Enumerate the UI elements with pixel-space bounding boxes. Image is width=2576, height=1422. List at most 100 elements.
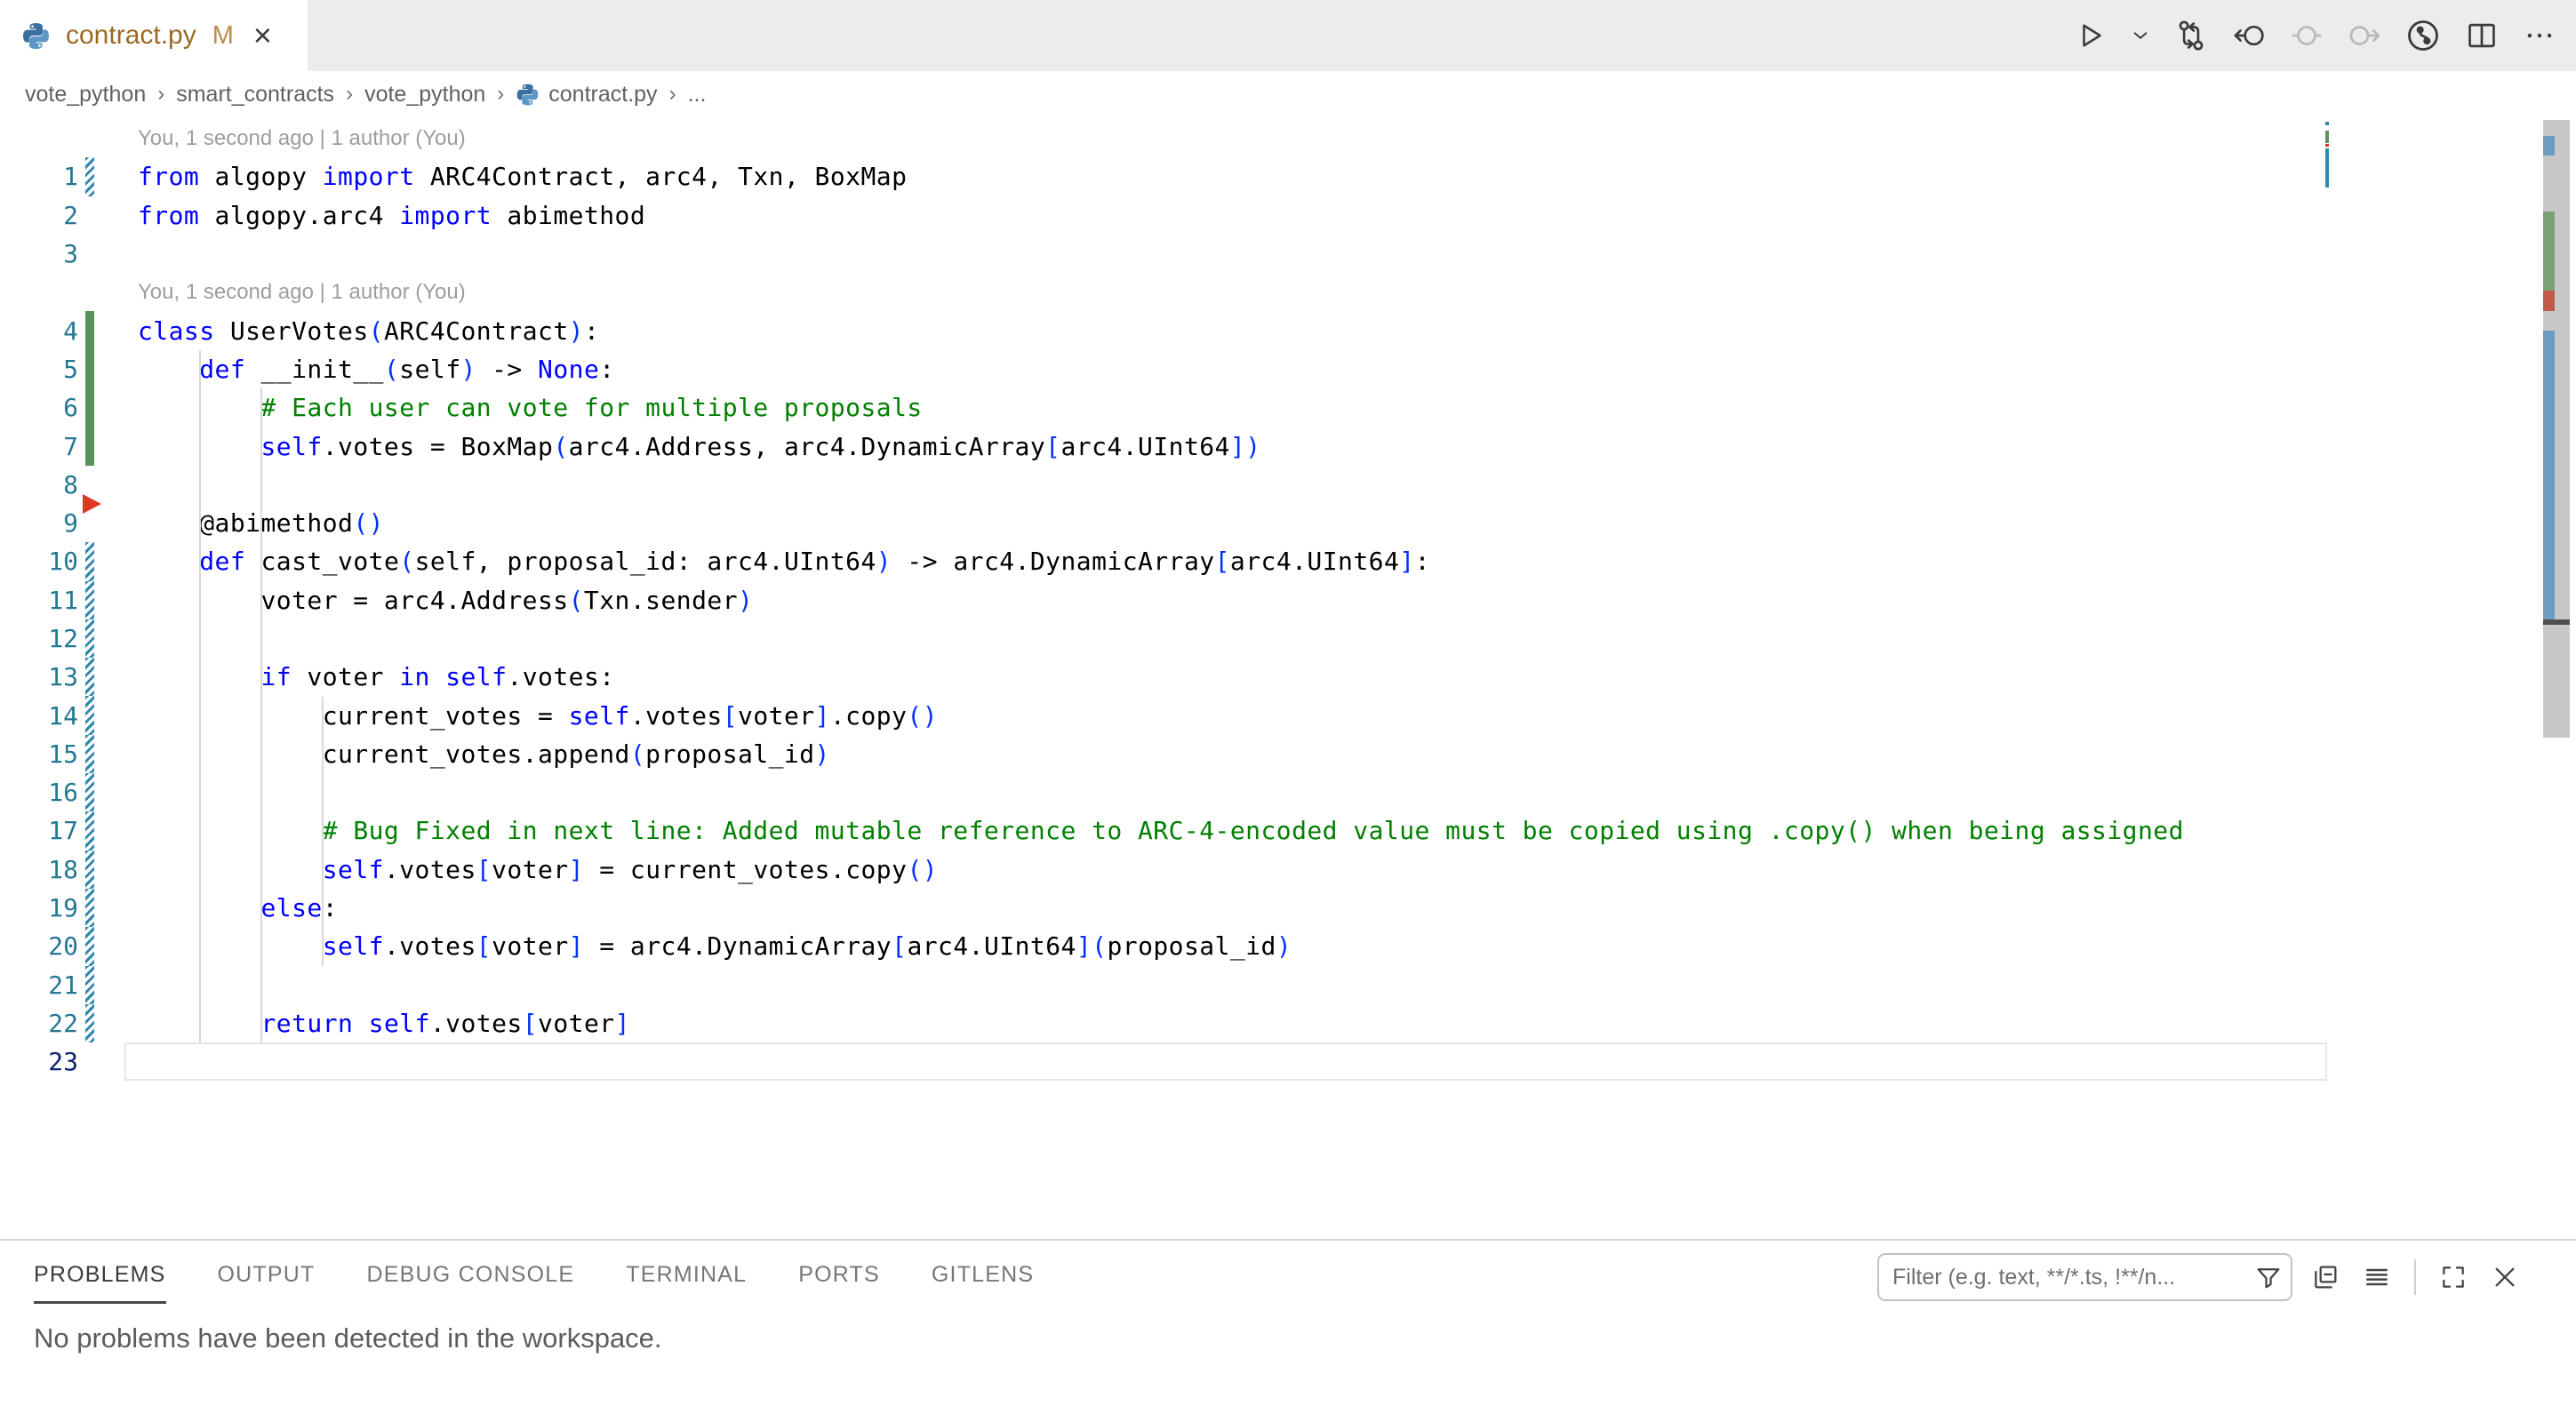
breadcrumb-item[interactable]: smart_contracts — [176, 82, 334, 108]
filter-input[interactable] — [1879, 1265, 2255, 1290]
line-number[interactable]: 1 — [0, 162, 78, 191]
line-number[interactable]: 12 — [0, 624, 78, 653]
split-editor-icon[interactable] — [2465, 19, 2499, 52]
code-line[interactable]: 15 current_votes.append(proposal_id) — [0, 735, 2327, 773]
line-number[interactable]: 20 — [0, 931, 78, 961]
breadcrumb: vote_python›smart_contracts›vote_python›… — [0, 71, 2576, 117]
code-editor[interactable]: You, 1 second ago | 1 author (You)1from … — [0, 117, 2327, 1239]
code-line-content: def cast_vote(self, proposal_id: arc4.UI… — [124, 542, 2327, 580]
code-line[interactable]: 18 self.votes[voter] = current_votes.cop… — [0, 851, 2327, 889]
breadcrumb-item[interactable]: contract.py — [516, 82, 657, 108]
compare-changes-icon[interactable] — [2174, 19, 2208, 52]
panel-tab-terminal[interactable]: TERMINAL — [626, 1262, 747, 1304]
code-line[interactable]: 1from algopy import ARC4Contract, arc4, … — [0, 157, 2327, 196]
indent-guide — [260, 388, 262, 1043]
panel-tab-gitlens[interactable]: GITLENS — [932, 1262, 1034, 1304]
code-line-content: voter = arc4.Address(Txn.sender) — [124, 581, 2327, 619]
code-line[interactable]: 10 def cast_vote(self, proposal_id: arc4… — [0, 542, 2327, 580]
line-number[interactable]: 15 — [0, 739, 78, 769]
ruler-modified-decoration — [2543, 136, 2555, 156]
collapse-all-icon[interactable] — [2311, 1263, 2340, 1291]
python-icon — [21, 21, 51, 51]
previous-change-disabled-icon — [2290, 19, 2324, 52]
line-number[interactable]: 16 — [0, 778, 78, 807]
line-number[interactable]: 13 — [0, 662, 78, 691]
panel-tab-problems[interactable]: PROBLEMS — [34, 1262, 166, 1304]
indent-guide — [199, 350, 201, 1043]
breadcrumb-separator-icon: › — [497, 82, 504, 107]
line-number[interactable]: 14 — [0, 701, 78, 731]
chevron-down-icon[interactable] — [2131, 26, 2150, 45]
editor-actions-toolbar — [2075, 0, 2556, 71]
code-line[interactable]: 23 — [0, 1043, 2327, 1081]
code-line[interactable]: 8 — [0, 466, 2327, 504]
code-line[interactable]: 5 def __init__(self) -> None: — [0, 350, 2327, 388]
code-line[interactable]: 3 — [0, 235, 2327, 273]
blame-annotation: You, 1 second ago | 1 author (You) — [0, 119, 2327, 157]
commit-graph-icon[interactable] — [2405, 18, 2441, 53]
code-line[interactable]: 6 # Each user can vote for multiple prop… — [0, 388, 2327, 427]
code-line-content: else: — [124, 889, 2327, 927]
line-number[interactable]: 21 — [0, 971, 78, 1000]
code-line-content: self.votes[voter] = arc4.DynamicArray[ar… — [124, 927, 2327, 965]
breadcrumb-separator-icon: › — [157, 82, 164, 107]
breadcrumb-item[interactable]: ... — [688, 82, 707, 108]
maximize-panel-icon[interactable] — [2439, 1263, 2468, 1291]
line-number[interactable]: 22 — [0, 1009, 78, 1038]
code-line[interactable]: 22 return self.votes[voter] — [0, 1004, 2327, 1043]
code-line[interactable]: 7 self.votes = BoxMap(arc4.Address, arc4… — [0, 427, 2327, 465]
panel-tab-ports[interactable]: PORTS — [798, 1262, 880, 1304]
code-line[interactable]: 9 @abimethod() — [0, 504, 2327, 542]
line-number[interactable]: 3 — [0, 239, 78, 268]
more-actions-icon[interactable] — [2523, 19, 2556, 52]
breadcrumb-item[interactable]: vote_python — [364, 82, 485, 108]
code-line[interactable]: 21 — [0, 966, 2327, 1004]
line-number[interactable]: 17 — [0, 816, 78, 845]
line-number[interactable]: 19 — [0, 893, 78, 923]
view-as-table-icon[interactable] — [2363, 1263, 2391, 1291]
line-number[interactable]: 9 — [0, 508, 78, 538]
code-line[interactable]: 13 if voter in self.votes: — [0, 658, 2327, 696]
line-number[interactable]: 18 — [0, 855, 78, 884]
code-line[interactable]: 11 voter = arc4.Address(Txn.sender) — [0, 581, 2327, 619]
code-line-content — [124, 773, 2327, 811]
close-icon[interactable]: × — [253, 20, 272, 52]
close-panel-icon[interactable] — [2491, 1263, 2519, 1291]
code-line[interactable]: 20 self.votes[voter] = arc4.DynamicArray… — [0, 927, 2327, 965]
code-line[interactable]: 19 else: — [0, 889, 2327, 927]
line-number[interactable]: 23 — [0, 1047, 78, 1076]
gutter-modified-marker — [85, 966, 94, 1004]
panel-tab-output[interactable]: OUTPUT — [218, 1262, 316, 1304]
gutter-modified-marker — [85, 696, 94, 734]
minimap-diff-marker — [2325, 140, 2329, 143]
bottom-panel: PROBLEMS OUTPUT DEBUG CONSOLE TERMINAL PORTS… — [0, 1241, 2576, 1422]
panel-tab-debug-console[interactable]: DEBUG CONSOLE — [367, 1262, 575, 1304]
code-line[interactable]: 4class UserVotes(ARC4Contract): — [0, 311, 2327, 349]
line-number[interactable]: 7 — [0, 432, 78, 461]
toolbar-separator — [2414, 1259, 2416, 1295]
line-number[interactable]: 5 — [0, 355, 78, 384]
filter-icon[interactable] — [2255, 1264, 2282, 1290]
code-line[interactable]: 17 # Bug Fixed in next line: Added mutab… — [0, 811, 2327, 850]
line-number[interactable]: 11 — [0, 586, 78, 615]
gutter-modified-marker — [85, 1004, 94, 1043]
gutter-modified-marker — [85, 927, 94, 965]
minimap[interactable]: from algopy import ARC4Contract, arc4, T… — [2331, 122, 2542, 202]
code-line-content: # Each user can vote for multiple propos… — [124, 388, 2327, 427]
line-number[interactable]: 4 — [0, 316, 78, 346]
code-line[interactable]: 16 — [0, 773, 2327, 811]
breadcrumb-item[interactable]: vote_python — [25, 82, 146, 108]
line-number[interactable]: 6 — [0, 393, 78, 422]
line-number[interactable]: 8 — [0, 470, 78, 499]
code-line-content: from algopy.arc4 import abimethod — [124, 196, 2327, 235]
run-icon[interactable] — [2075, 20, 2107, 52]
code-line-content — [124, 619, 2327, 658]
code-line[interactable]: 2 from algopy.arc4 import abimethod — [0, 196, 2327, 235]
open-previous-change-icon[interactable] — [2232, 19, 2266, 52]
code-line[interactable]: 14 current_votes = self.votes[voter].cop… — [0, 696, 2327, 734]
line-number[interactable]: 10 — [0, 547, 78, 576]
code-line[interactable]: 12 — [0, 619, 2327, 658]
scrollbar-overview-ruler[interactable] — [2543, 117, 2570, 1239]
tab-contract-py[interactable]: contract.py M × — [0, 0, 308, 71]
line-number[interactable]: 2 — [0, 201, 78, 230]
